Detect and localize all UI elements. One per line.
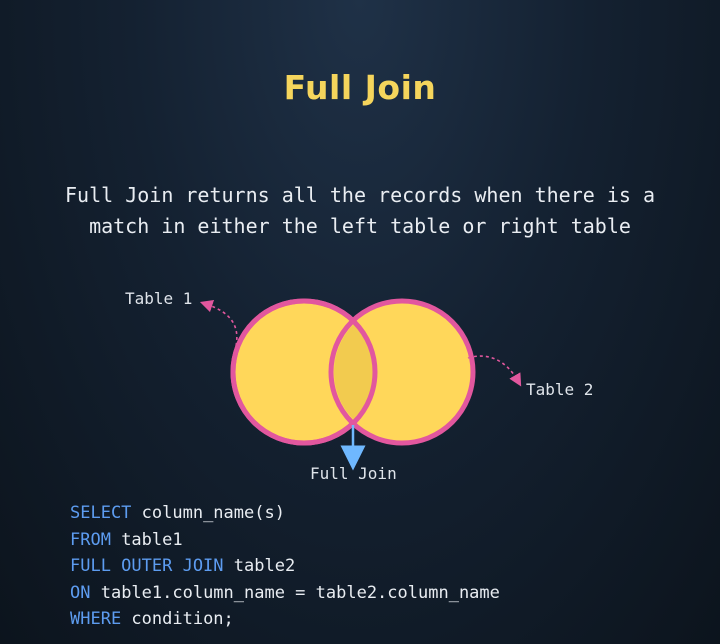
code-keyword: FULL OUTER JOIN — [70, 556, 224, 576]
code-text: table1 — [110, 529, 183, 550]
code-text: table1.column_name = table2.column_name — [90, 582, 500, 603]
code-line-5: WHERE condition; — [70, 606, 500, 633]
code-line-4: ON table1.column_name = table2.column_na… — [70, 580, 500, 607]
full-join-label: Full Join — [310, 464, 397, 483]
sql-code-block: SELECT column_name(s) FROM table1 FULL OUT… — [70, 500, 500, 633]
code-line-2: FROM table1 — [70, 527, 500, 554]
code-text: condition; — [121, 609, 234, 629]
code-keyword: ON — [70, 582, 91, 603]
code-keyword: SELECT — [70, 503, 132, 523]
table2-pointer-arrow — [467, 355, 522, 387]
code-line-1: SELECT column_name(s) — [70, 500, 500, 527]
code-text: table2 — [223, 556, 296, 576]
code-text: column_name(s) — [131, 503, 285, 523]
code-keyword: WHERE — [70, 609, 122, 629]
table1-label: Table 1 — [125, 289, 193, 308]
table1-pointer-arrow — [199, 299, 238, 347]
code-keyword: FROM — [70, 529, 111, 550]
code-line-3: FULL OUTER JOIN table2 — [70, 553, 500, 580]
table2-label: Table 2 — [526, 380, 594, 399]
